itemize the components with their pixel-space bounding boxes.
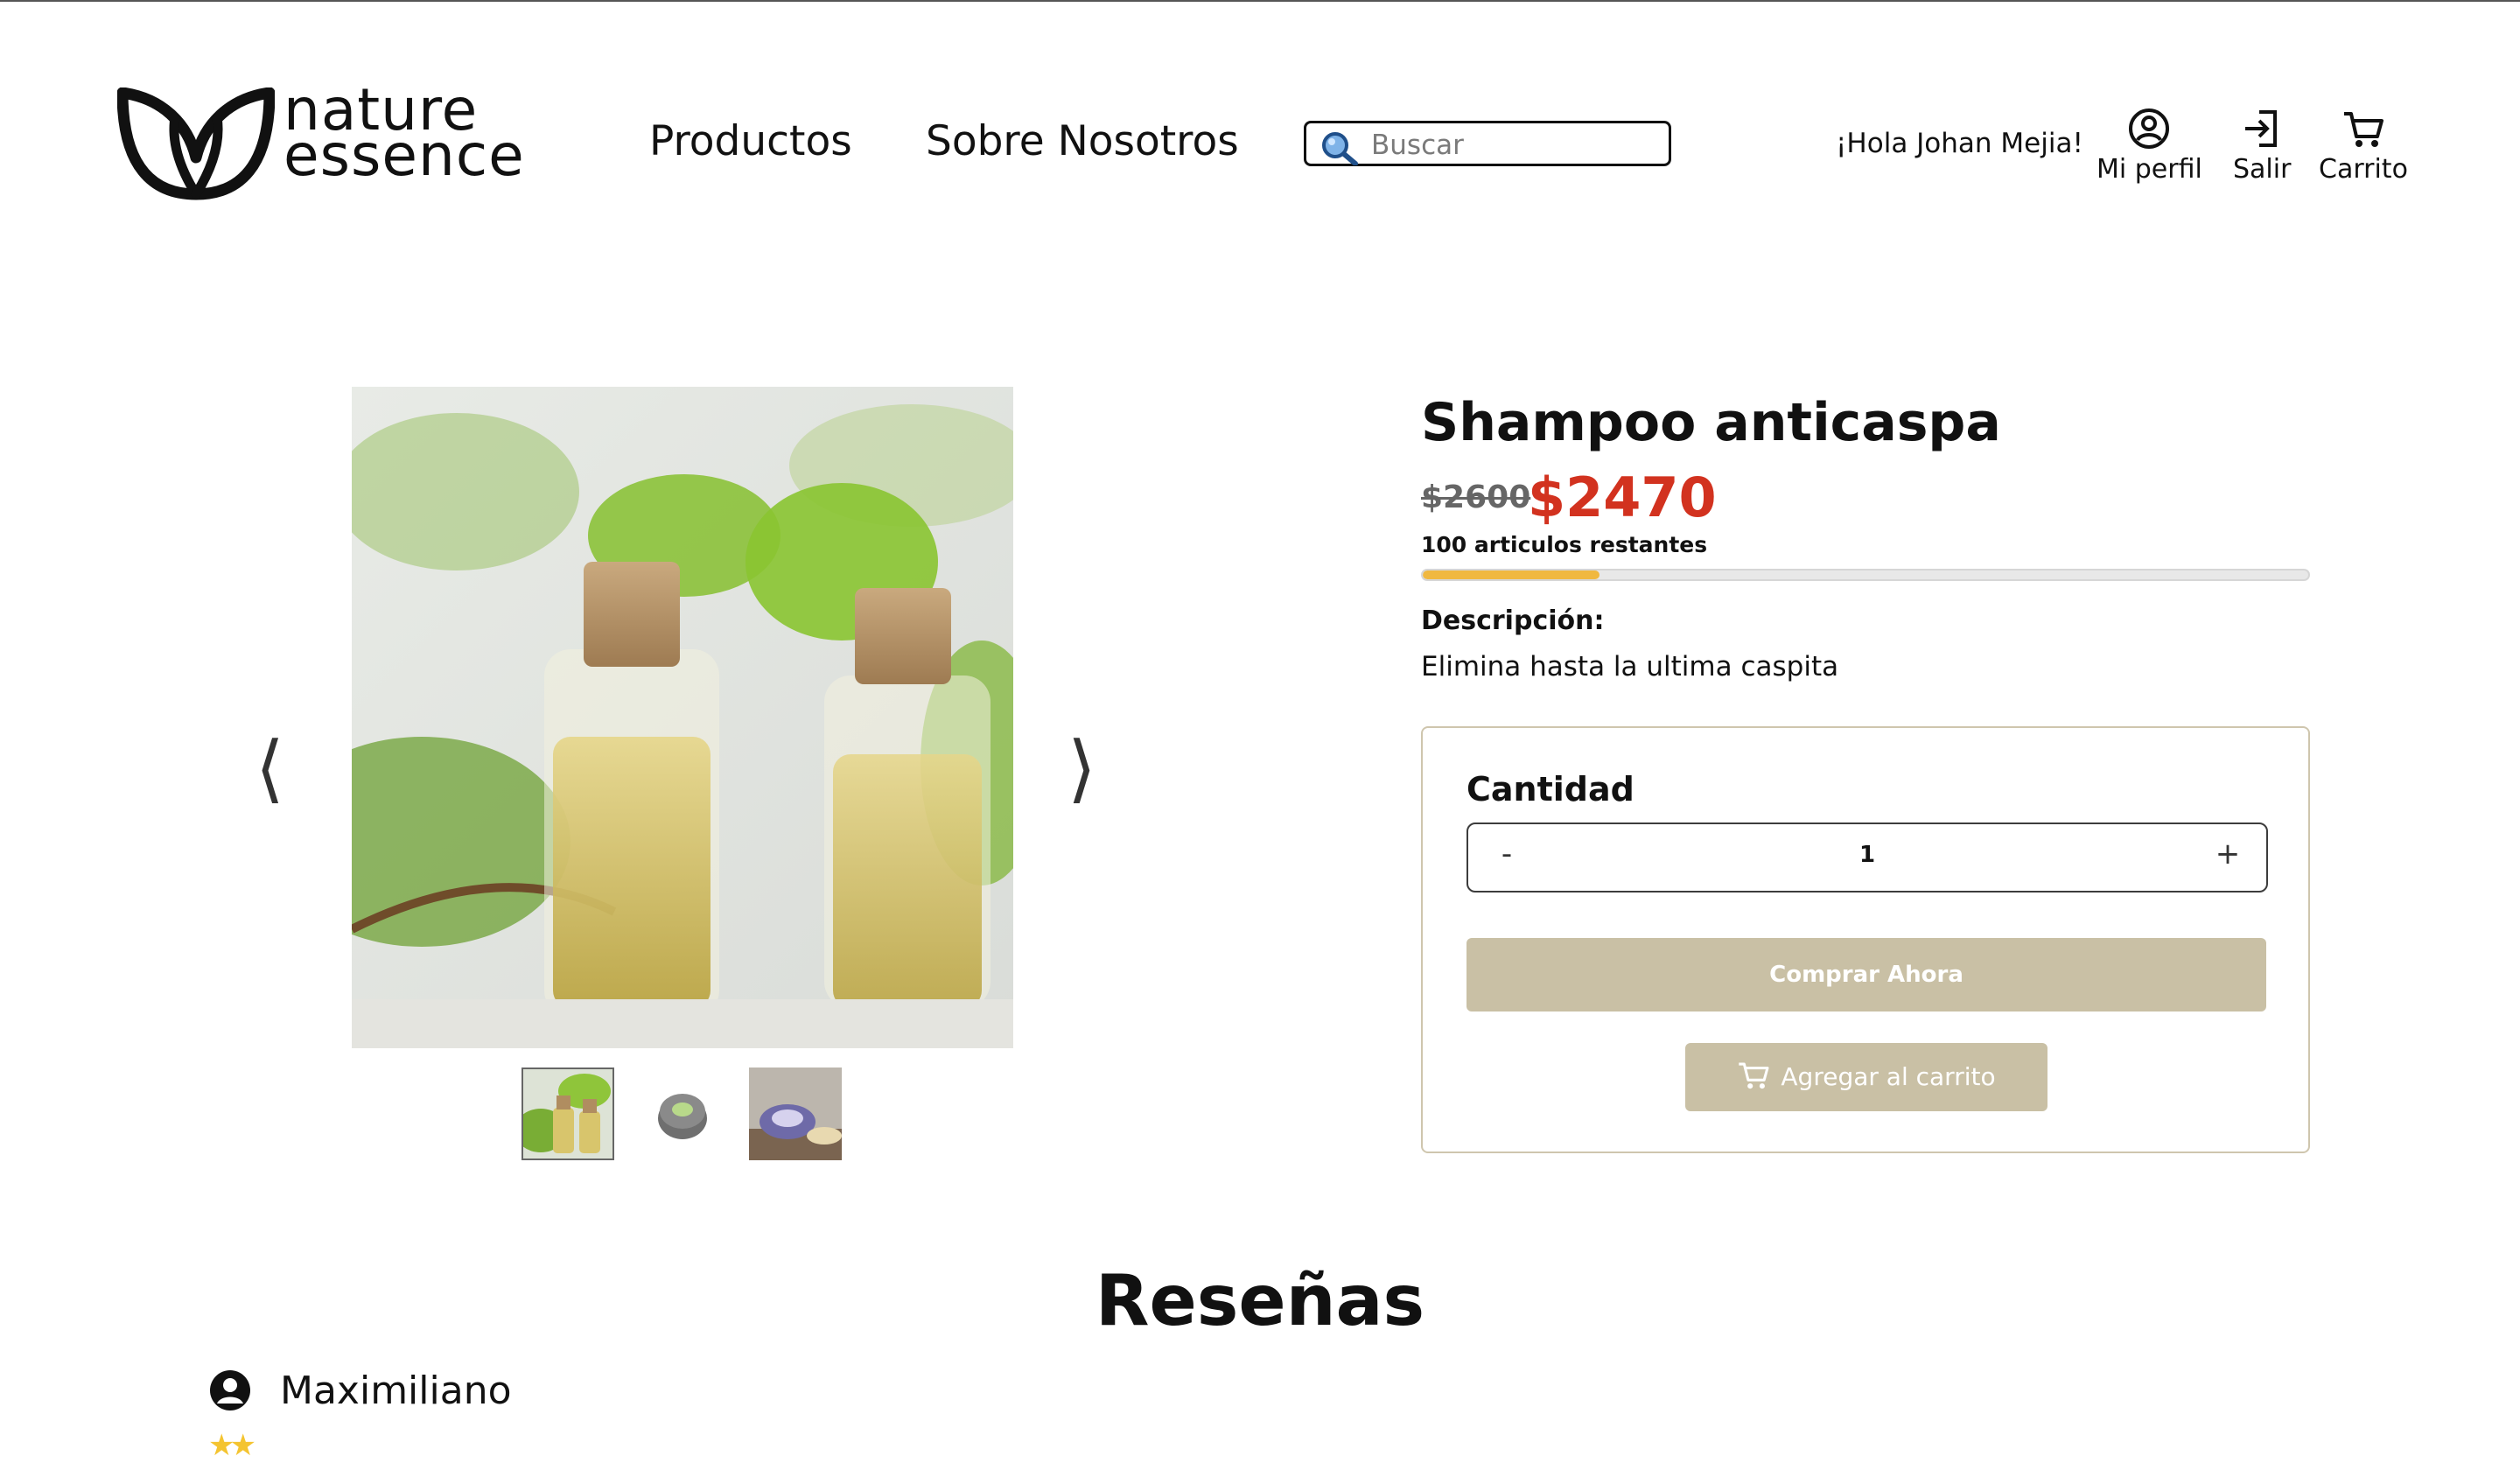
description-label: Descripción: bbox=[1421, 606, 1605, 636]
gallery-prev-button[interactable]: ⟨ bbox=[256, 732, 284, 805]
user-greeting: ¡Hola Johan Mejia! bbox=[1836, 128, 2083, 159]
purchase-panel: Cantidad - 1 + Comprar Ahora Agregar al … bbox=[1421, 726, 2310, 1153]
buy-now-label: Comprar Ahora bbox=[1769, 962, 1964, 988]
quantity-stepper: - 1 + bbox=[1466, 822, 2268, 892]
star-icon: ★ bbox=[229, 1428, 256, 1463]
decrement-button[interactable]: - bbox=[1489, 836, 1524, 872]
cart-button[interactable]: Carrito bbox=[2319, 107, 2408, 185]
cart-label: Carrito bbox=[2319, 154, 2408, 185]
brand-wordmark: nature essence bbox=[284, 81, 525, 189]
cart-icon bbox=[2343, 112, 2384, 147]
quantity-value[interactable]: 1 bbox=[1556, 842, 2179, 868]
purple-tin-thumb bbox=[749, 1068, 842, 1160]
buy-now-button[interactable]: Comprar Ahora bbox=[1466, 938, 2266, 1012]
brand-logo[interactable]: nature essence bbox=[117, 81, 528, 205]
review-author-name: Maximiliano bbox=[280, 1368, 512, 1413]
user-avatar-icon bbox=[210, 1370, 250, 1410]
product-title: Shampoo anticaspa bbox=[1421, 392, 2001, 453]
product-main-image bbox=[352, 387, 1013, 1048]
profile-label: Mi perfil bbox=[2096, 154, 2202, 185]
reviews-heading: Reseñas bbox=[1095, 1260, 1425, 1341]
green-tin-thumb bbox=[637, 1068, 730, 1160]
nav-productos[interactable]: Productos bbox=[649, 117, 852, 165]
search-icon bbox=[1322, 132, 1358, 165]
add-to-cart-button[interactable]: Agregar al carrito bbox=[1685, 1043, 2048, 1111]
stock-progress-fill bbox=[1423, 570, 1600, 579]
thumbnail-2[interactable] bbox=[637, 1068, 730, 1160]
original-price: $2600 bbox=[1421, 480, 1531, 515]
increment-button[interactable]: + bbox=[2210, 836, 2245, 872]
quantity-label: Cantidad bbox=[1466, 770, 1634, 808]
add-to-cart-label: Agregar al carrito bbox=[1781, 1062, 1996, 1091]
star-icon: ★ bbox=[208, 1428, 235, 1463]
brand-line2: essence bbox=[284, 122, 525, 189]
logout-button[interactable]: Salir bbox=[2233, 107, 2291, 185]
thumbnail-1[interactable] bbox=[522, 1068, 614, 1160]
search-box[interactable] bbox=[1304, 121, 1671, 166]
stock-remaining: 100 articulos restantes bbox=[1421, 532, 1708, 557]
leaf-logo-icon bbox=[117, 88, 275, 200]
cart-icon bbox=[1739, 1062, 1769, 1089]
description-text: Elimina hasta la ultima caspita bbox=[1421, 651, 1839, 682]
thumbnail-3[interactable] bbox=[749, 1068, 842, 1160]
search-input[interactable] bbox=[1369, 129, 1662, 162]
oil-bottles-thumb bbox=[523, 1069, 612, 1158]
stock-progress-bar bbox=[1421, 569, 2310, 581]
review-rating-stars: ★★ bbox=[208, 1428, 256, 1463]
login-arrow-icon bbox=[2245, 110, 2278, 147]
sale-price: $2470 bbox=[1528, 466, 1717, 529]
user-circle-icon bbox=[2129, 108, 2170, 149]
nav-sobre-nosotros[interactable]: Sobre Nosotros bbox=[926, 117, 1239, 165]
oil-bottles-image bbox=[352, 387, 1013, 1048]
gallery-next-button[interactable]: ⟩ bbox=[1068, 732, 1096, 805]
top-border bbox=[0, 0, 2520, 2]
profile-button[interactable]: Mi perfil bbox=[2096, 107, 2202, 185]
logout-label: Salir bbox=[2233, 154, 2292, 185]
